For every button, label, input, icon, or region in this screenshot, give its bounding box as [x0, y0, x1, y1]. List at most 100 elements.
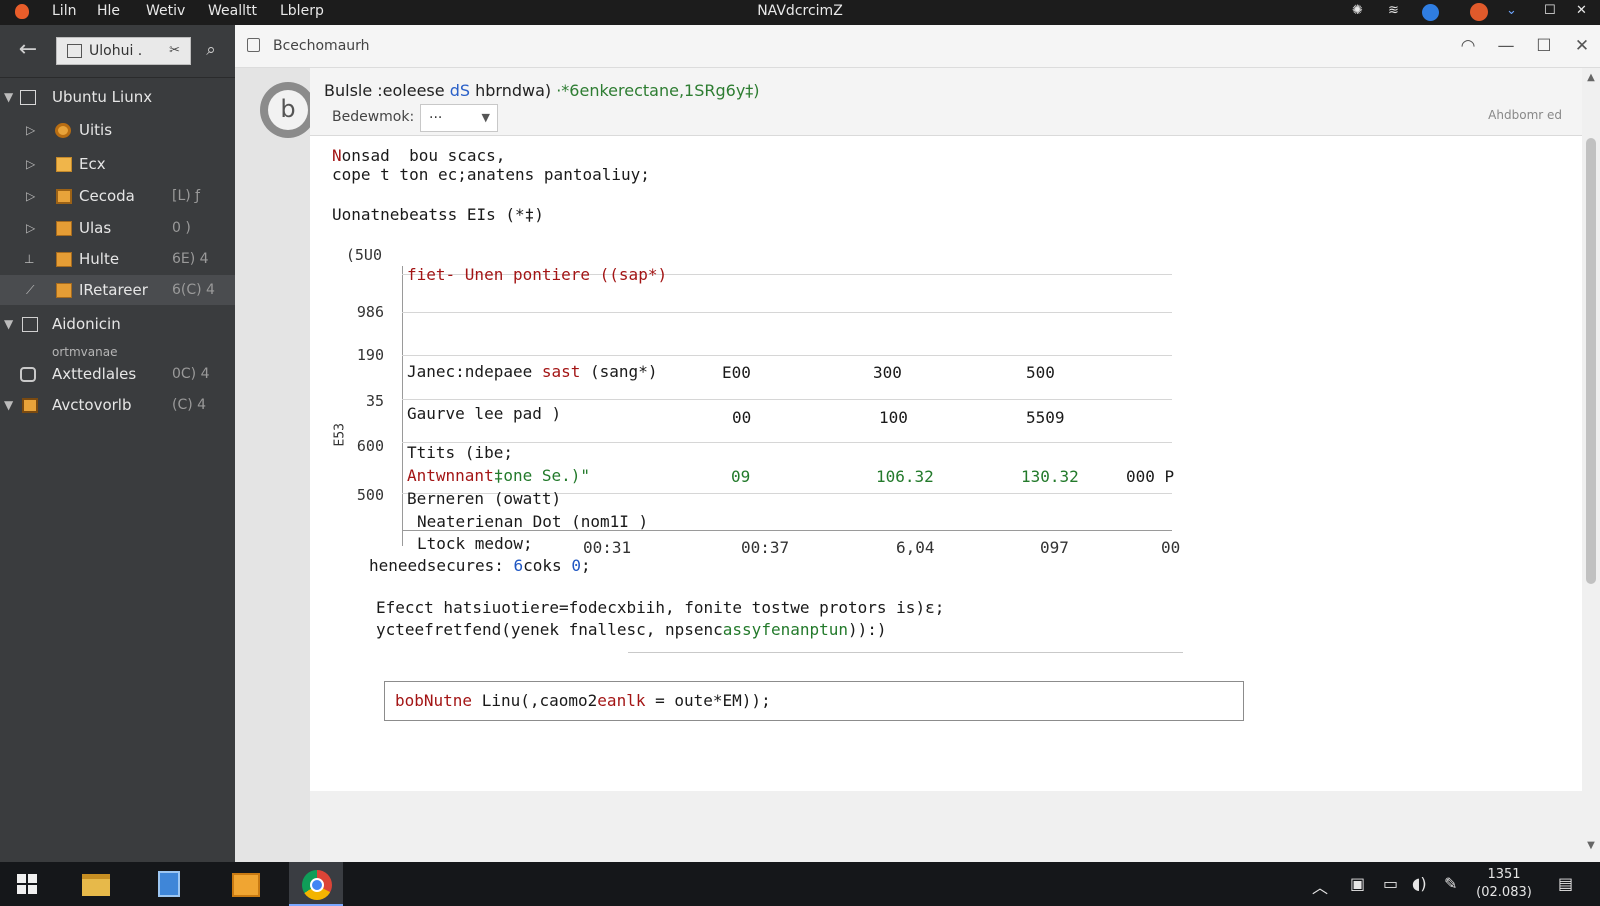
action-center-icon[interactable]: ▤ [1558, 874, 1573, 893]
caret-right-icon[interactable]: ▷ [26, 213, 35, 243]
notification-badge-icon[interactable] [1470, 3, 1488, 21]
code-token: assyfenanptun [722, 620, 849, 639]
taskbar-clock[interactable]: 1351 (02.083) [1476, 866, 1532, 902]
taskbar: ︿ ▣ ▭ ◖) ✎ 1351 (02.083) ▤ [0, 862, 1600, 906]
search-icon[interactable]: ⌕ [198, 37, 224, 65]
x-tick-label: 00:37 [741, 538, 790, 557]
headline: Bulsle :eoleese dS hbrndwa) ·*6enkerecta… [324, 81, 760, 100]
branch-value: ··· [429, 110, 443, 126]
code-line: Uonatnebeatss EIs (*‡) [332, 205, 544, 224]
code-area[interactable]: Nonsad bou scacs, cope t ton ec;anatens … [310, 136, 1582, 791]
sidebar-item-label: Ecx [79, 155, 106, 173]
clock-time: 1351 [1487, 867, 1521, 882]
plot-cell: 500 [1026, 363, 1055, 382]
pin-icon[interactable]: ✂ [169, 38, 180, 64]
caret-right-icon[interactable]: ▷ [26, 149, 35, 179]
sidebar-item-hulte[interactable]: ⊥ Hulte 6E) 4 [0, 244, 235, 274]
sidebar-item-cecoda[interactable]: ▷ Cecoda [L) ƒ [0, 181, 235, 211]
sync-icon[interactable]: ✺ [1352, 3, 1363, 18]
branch-label: Bedewmok: [332, 109, 415, 125]
note-icon [56, 252, 72, 267]
code-token: fiet- [407, 265, 465, 284]
files-icon [232, 873, 260, 897]
sidebar-divider [0, 77, 235, 78]
caret-right-icon[interactable]: ▷ [26, 181, 35, 211]
taskbar-file-explorer[interactable] [68, 862, 122, 906]
sidebar-item-iretareer[interactable]: ⟋ IRetareer 6(C) 4 [0, 275, 235, 305]
taskbar-document-app[interactable] [142, 862, 196, 906]
folder-icon [82, 874, 110, 896]
close-window-icon[interactable]: ✕ [1567, 34, 1597, 58]
display-icon[interactable]: ▭ [1383, 874, 1398, 893]
avatar[interactable]: b [260, 82, 316, 138]
sidebar-item-note: ortmvanae [52, 345, 118, 359]
sidebar-item-avctovorlb[interactable]: ▼ Avctovorlb (C) 4 [0, 390, 235, 420]
sidebar-item-ubuntu-linux[interactable]: ▼ Ubuntu Liunx [0, 82, 235, 112]
sidebar-item-uitis[interactable]: ▷ Uitis [0, 115, 235, 145]
close-icon[interactable]: ✕ [1576, 3, 1587, 18]
caret-down-icon[interactable]: ▼ [4, 309, 13, 339]
caret-right-icon[interactable]: ▷ [26, 115, 35, 145]
sidebar-item-label: Axttedlales [52, 365, 137, 383]
code-token: (sang*) [580, 362, 658, 381]
chevron-down-icon[interactable]: ⌄ [1506, 3, 1517, 18]
restore-icon[interactable]: ☐ [1544, 3, 1556, 18]
scroll-down-icon[interactable]: ▼ [1584, 840, 1598, 851]
plot-cell: 09 [731, 467, 751, 486]
tab-icon [247, 38, 260, 52]
volume-icon[interactable]: ◖) [1412, 874, 1427, 893]
code-token: Linu(,caomo2 [472, 691, 598, 710]
menu-bar: Liln Hle Wetiv Wealltt Lblerp NAVdcrcimZ… [0, 0, 1600, 25]
code-token: 0 [571, 556, 581, 575]
minimize-icon[interactable]: — [1491, 34, 1521, 58]
code-file-icon [56, 189, 72, 204]
code-token: ycteefretfend(yenek fnallesc, npsenc [376, 620, 723, 639]
sidebar-item-label: Aidonicin [52, 315, 121, 333]
back-arrow-icon[interactable]: ← [14, 37, 42, 65]
y-tick-label: 190 [356, 346, 384, 364]
refresh-icon[interactable]: ◠ [1453, 34, 1483, 58]
branch-select[interactable]: ··· ▼ [420, 104, 498, 132]
code-line: Efecct hatsiuotiere=fodecxbiih, fonite t… [376, 598, 945, 617]
account-badge-icon[interactable] [1422, 4, 1439, 21]
code-line: Ltock medow; [417, 534, 533, 553]
code-line: Ttits (ibe; [407, 443, 513, 462]
taskbar-chrome[interactable] [289, 862, 343, 906]
sidebar-item-aidonicin[interactable]: ▼ Aidonicin [0, 309, 235, 339]
chevron-up-icon[interactable]: ︿ [1312, 874, 1328, 898]
caret-expand-icon[interactable]: ⟋ [26, 275, 34, 305]
gridline [402, 399, 1172, 400]
code-token: 6 [513, 556, 524, 575]
sidebar-item-ecx[interactable]: ▷ Ecx [0, 149, 235, 179]
wifi-icon[interactable]: ≋ [1388, 3, 1399, 18]
language-icon[interactable]: ✎ [1444, 874, 1457, 893]
scrollbar-thumb[interactable] [1586, 138, 1596, 584]
code-line: Neaterienan Dot (nom1I ) [417, 512, 649, 531]
network-icon[interactable]: ▣ [1350, 874, 1365, 893]
sidebar-item-meta: [L) ƒ [172, 188, 201, 204]
start-button[interactable] [0, 862, 54, 906]
sidebar-item-ulas[interactable]: ▷ Ulas 0 ) [0, 213, 235, 243]
sidebar-search-field[interactable]: Ulohui . ✂ [56, 37, 191, 65]
code-token: heneedsecures: [369, 556, 514, 575]
code-line: Berneren (owatt) [407, 489, 562, 508]
chevron-down-icon: ▼ [481, 111, 490, 124]
caret-down-icon[interactable]: ▼ [4, 390, 13, 420]
tab-label[interactable]: Bcechomaurh [273, 38, 370, 54]
scroll-up-icon[interactable]: ▲ [1584, 72, 1598, 83]
code-input-box[interactable]: bobNutne Linu(,caomo2eanlk = oute*EM)); [384, 681, 1244, 721]
y-tick-label: 35 [365, 392, 384, 410]
divider [628, 652, 1183, 653]
maximize-icon[interactable]: ☐ [1529, 34, 1559, 58]
caret-down-icon[interactable]: ▼ [4, 82, 13, 112]
gridline [402, 442, 1172, 443]
sidebar-item-label: Cecoda [79, 187, 135, 205]
code-token: Unen pontiere ((sap*) [464, 265, 668, 284]
taskbar-files-app[interactable] [218, 862, 272, 906]
code-token: onsad bou scacs, [341, 146, 506, 165]
sidebar-item-label: Hulte [79, 250, 120, 268]
sidebar-item-axttedlales[interactable]: Axttedlales 0C) 4 [0, 359, 235, 389]
code-token: ; [580, 556, 591, 575]
sidebar-item-label: Uitis [79, 121, 113, 139]
window-bar: Bcechomaurh ◠ — ☐ ✕ [235, 25, 1600, 68]
